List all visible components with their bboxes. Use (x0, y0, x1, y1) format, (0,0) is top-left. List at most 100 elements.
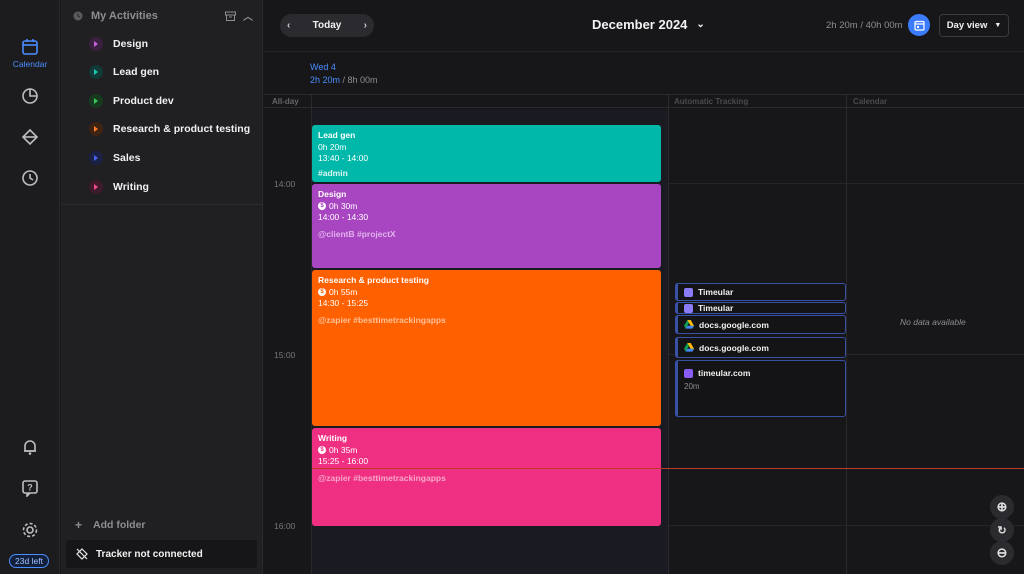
activity-item-design[interactable]: Design (89, 34, 148, 54)
play-icon[interactable] (89, 151, 103, 165)
rail-calendar[interactable]: Calendar (0, 38, 60, 69)
event-research[interactable]: Research & product testing $0h 55m 14:30… (312, 270, 661, 426)
activity-item-research[interactable]: Research & product testing (89, 119, 250, 139)
play-icon[interactable] (89, 180, 103, 194)
event-duration-row: $0h 35m (318, 445, 655, 455)
activities-sidebar: My Activities ︿ Design Lead gen Product … (61, 0, 263, 574)
add-folder-button[interactable]: + Add folder (75, 518, 146, 532)
activity-item-writing[interactable]: Writing (89, 177, 149, 197)
bell-icon (24, 440, 36, 455)
zoom-out-icon: ⊖ (996, 545, 1008, 560)
reset-zoom-button[interactable]: ↻ (990, 518, 1014, 542)
next-day-chevron-icon[interactable]: › (364, 20, 367, 31)
collapse-chevron-icon[interactable]: ︿ (243, 8, 253, 23)
rail-integrations[interactable] (0, 128, 60, 146)
tracking-label: Timeular (698, 287, 734, 297)
rail-notifications[interactable] (0, 438, 60, 456)
calendar-empty-state: No data available (900, 317, 966, 327)
icon-rail: Calendar ? 23d left (0, 0, 60, 574)
grid-vline (846, 94, 847, 574)
day-label: Wed 4 (310, 62, 336, 72)
play-icon[interactable] (89, 94, 103, 108)
activity-label: Design (113, 38, 149, 50)
calendar-sync-button[interactable] (908, 14, 930, 36)
billable-icon: $ (318, 202, 326, 210)
day-hours: 2h 20m / 8h 00m (310, 75, 378, 85)
activity-item-lead-gen[interactable]: Lead gen (89, 62, 159, 82)
activity-label: Research & product testing (113, 123, 251, 135)
tracking-label: docs.google.com (699, 319, 769, 330)
hour-line (668, 183, 1024, 184)
tracking-entry[interactable]: Timeular (675, 302, 846, 314)
rail-help[interactable]: ? (0, 479, 60, 497)
rail-calendar-label: Calendar (12, 59, 48, 69)
zoom-in-button[interactable]: ⊕ (990, 495, 1014, 519)
event-tags: @zapier #besttimetrackingapps (318, 315, 446, 325)
trial-badge[interactable]: 23d left (9, 554, 49, 568)
calendar-icon (22, 39, 38, 55)
rail-reports[interactable] (0, 87, 60, 105)
activity-label: Lead gen (113, 66, 160, 78)
activity-label: Writing (113, 181, 149, 193)
plus-icon: + (75, 518, 83, 532)
allday-label: All-day (272, 97, 299, 106)
month-label: December 2024 (592, 17, 688, 32)
tracking-entry[interactable]: Timeular (675, 283, 846, 301)
event-tags: @clientB #projectX (318, 229, 396, 239)
calendar-column-header: Calendar (853, 97, 888, 106)
month-selector[interactable]: December 2024 ⌄ (592, 17, 705, 32)
tracking-entry[interactable]: timeular.com 20m (675, 360, 846, 417)
event-design[interactable]: Design $0h 30m 14:00 - 14:30 @clientB #p… (312, 184, 661, 268)
sidebar-divider (61, 204, 263, 205)
pie-chart-icon (22, 88, 38, 104)
event-tags: @zapier #besttimetrackingapps (318, 473, 446, 483)
event-tags: #admin (318, 168, 348, 178)
view-label: Day view (946, 20, 988, 31)
play-icon[interactable] (89, 37, 103, 51)
event-range: 14:00 - 14:30 (318, 212, 369, 222)
timeular-icon (684, 368, 693, 378)
zoom-out-button[interactable]: ⊖ (990, 541, 1014, 565)
event-duration: 0h 55m (329, 287, 358, 297)
tracking-label: timeular.com (698, 368, 751, 378)
event-duration: 0h 35m (329, 445, 358, 455)
add-folder-label: Add folder (93, 519, 146, 531)
play-icon[interactable] (89, 65, 103, 79)
tracking-entry-row: timeular.com (684, 368, 750, 378)
date-navigator: ‹ Today › (280, 14, 374, 37)
tracking-label: Timeular (698, 303, 734, 313)
time-label: 16:00 (274, 521, 296, 531)
event-range: 13:40 - 14:00 (318, 153, 369, 163)
event-lead-gen[interactable]: Lead gen 0h 20m 13:40 - 14:00 #admin (312, 125, 661, 182)
activity-item-product-dev[interactable]: Product dev (89, 91, 174, 111)
archive-icon[interactable] (225, 11, 236, 21)
today-button[interactable]: Today (313, 20, 342, 31)
gear-icon (22, 522, 38, 538)
activities-header: My Activities ︿ (73, 8, 257, 24)
chevron-down-icon: ⌄ (696, 19, 705, 30)
activity-item-sales[interactable]: Sales (89, 148, 140, 168)
tracking-entry[interactable]: docs.google.com (675, 315, 846, 334)
google-drive-icon (684, 320, 694, 329)
activity-label: Sales (113, 152, 141, 164)
automatic-tracking-header: Automatic Tracking (674, 97, 749, 106)
tracking-duration: 20m (684, 382, 700, 391)
reset-icon: ↻ (997, 524, 1007, 537)
tracker-status[interactable]: Tracker not connected (66, 540, 257, 568)
rail-settings[interactable] (0, 521, 60, 539)
clock-icon (22, 170, 38, 186)
play-icon[interactable] (89, 122, 103, 136)
calendar-toolbar: ‹ Today › December 2024 ⌄ 2h 20m / 40h 0… (264, 0, 1024, 52)
event-writing[interactable]: Writing $0h 35m 15:25 - 16:00 @zapier #b… (312, 428, 661, 526)
time-label: 14:00 (274, 179, 296, 189)
caret-down-icon: ▼ (994, 22, 1002, 29)
diamond-icon (21, 128, 39, 146)
event-duration: 0h 20m (318, 142, 347, 152)
tracking-entry[interactable]: docs.google.com (675, 337, 846, 358)
help-chat-icon: ? (22, 480, 38, 497)
prev-day-chevron-icon[interactable]: ‹ (287, 20, 290, 31)
column-headers: All-day Automatic Tracking Calendar (264, 94, 1024, 108)
rail-history[interactable] (0, 169, 60, 187)
view-selector[interactable]: Day view ▼ (939, 14, 1009, 37)
zoom-in-icon: ⊕ (996, 499, 1008, 514)
